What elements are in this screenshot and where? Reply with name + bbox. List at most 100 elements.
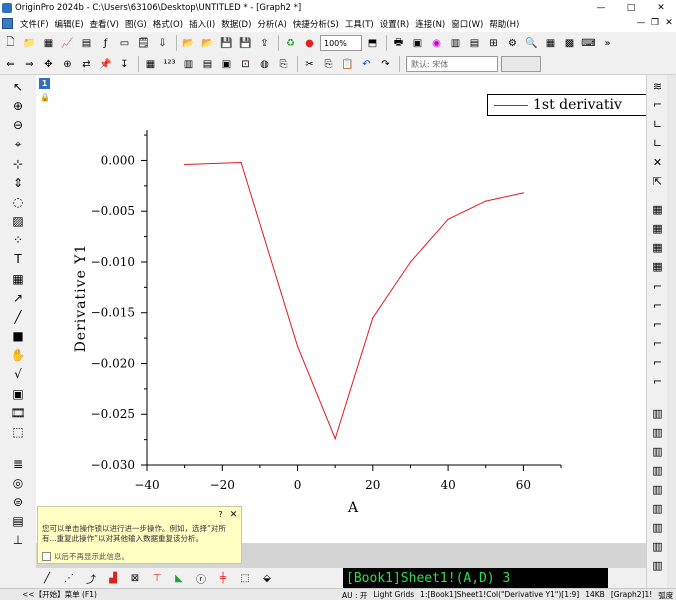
layout-2-icon[interactable]: ▦: [649, 220, 666, 236]
undo-icon[interactable]: ↶: [358, 56, 375, 73]
legend[interactable]: 1st derivativ: [487, 94, 646, 116]
more-tools-icon[interactable]: »: [599, 35, 616, 52]
line-symbol-plot-icon[interactable]: ⤴: [80, 570, 102, 587]
paste-icon[interactable]: 📋: [339, 56, 356, 73]
merge-graph-icon[interactable]: ▣: [218, 56, 235, 73]
data-series[interactable]: [184, 161, 524, 441]
new-folder-icon[interactable]: 📁: [21, 35, 38, 52]
stack-8-icon[interactable]: ▥: [649, 538, 666, 554]
axis-red2-icon[interactable]: ∟: [649, 135, 666, 151]
zoom-select[interactable]: 100%: [320, 35, 362, 51]
add-table-icon[interactable]: ▦: [142, 56, 159, 73]
menu-view[interactable]: 查看(V): [87, 18, 122, 30]
export-icon[interactable]: ⇪: [256, 35, 273, 52]
active-dataset-display[interactable]: [Book1]Sheet1!(A,D) 3: [343, 568, 608, 588]
open-template-icon[interactable]: 📂: [199, 35, 216, 52]
menu-analysis[interactable]: 分析(A): [254, 18, 289, 30]
status-au[interactable]: AU : 开: [342, 590, 367, 600]
layout-3-icon[interactable]: ▦: [649, 239, 666, 255]
equation-tool-icon[interactable]: √: [8, 365, 28, 383]
anchor-icon[interactable]: ⊥: [8, 531, 28, 549]
stack-6-icon[interactable]: ▥: [649, 500, 666, 516]
code-builder-icon[interactable]: ▩: [561, 35, 578, 52]
menu-settings[interactable]: 设置(R): [377, 18, 413, 30]
rectangle-tool-icon[interactable]: ■: [8, 327, 28, 345]
mdi-restore-button[interactable]: ❐: [648, 16, 662, 30]
move-icon[interactable]: ✥: [40, 56, 57, 73]
mdi-minimize-button[interactable]: —: [634, 16, 648, 30]
menu-connectivity[interactable]: 连接(N): [412, 18, 448, 30]
swap-axes-icon[interactable]: ⇄: [78, 56, 95, 73]
rescale-to-show-all-icon[interactable]: ↧: [116, 56, 133, 73]
checkbox-box[interactable]: [42, 552, 51, 561]
find-icon[interactable]: 🔍: [523, 35, 540, 52]
lock-icon[interactable]: 🔒: [40, 93, 50, 102]
text-tool-icon[interactable]: T: [8, 250, 28, 268]
font-select[interactable]: 默认: 宋体: [406, 56, 498, 72]
y-axis-label[interactable]: Derivative Y1: [73, 244, 89, 353]
menu-data[interactable]: 数据(D): [218, 18, 254, 30]
command-window-icon[interactable]: ⌨: [580, 35, 597, 52]
plot-area[interactable]: −40 −20 0 20 40 60 0.000 −0.005 −0.010 −0.015 −0.0…: [36, 75, 646, 545]
dont-show-again-checkbox[interactable]: 以后不再显示此信息。: [42, 551, 129, 562]
menu-help[interactable]: 帮助(H): [486, 18, 522, 30]
cut-icon[interactable]: ✂: [301, 56, 318, 73]
pin-icon[interactable]: 📌: [97, 56, 114, 73]
box-chart-icon[interactable]: ⊤: [146, 570, 168, 587]
x-axis-label[interactable]: A: [347, 500, 359, 516]
status-start-menu[interactable]: <<【开始】菜单 (F1): [22, 589, 97, 600]
stack-7-icon[interactable]: ▥: [649, 519, 666, 535]
frame-6-icon[interactable]: ⌐: [649, 373, 666, 389]
import-wizard-icon[interactable]: ⇩: [154, 35, 171, 52]
stack-3-icon[interactable]: ▥: [649, 443, 666, 459]
new-notes-icon[interactable]: 🗒: [135, 35, 152, 52]
cross-icon[interactable]: ✕: [649, 154, 666, 170]
close-button[interactable]: ✕: [646, 0, 676, 15]
apps-icon[interactable]: ⚙: [504, 35, 521, 52]
tip-close-button[interactable]: ✕: [228, 509, 239, 520]
rescale-icon[interactable]: ⬒: [364, 35, 381, 52]
arrow-right-icon[interactable]: ⇒: [21, 56, 38, 73]
polar-plot-icon[interactable]: ⓡ: [190, 570, 212, 587]
3d-plot-icon[interactable]: ⬙: [256, 570, 278, 587]
color-icon[interactable]: ◉: [428, 35, 445, 52]
graph-image-icon[interactable]: ⊡: [237, 56, 254, 73]
insert-graph-icon[interactable]: ▣: [8, 385, 28, 403]
arrow-left-icon[interactable]: ⇐: [2, 56, 19, 73]
menu-quick-analysis[interactable]: 快捷分析(S): [290, 18, 342, 30]
new-layout-icon[interactable]: ▭: [116, 35, 133, 52]
frame-5-icon[interactable]: ⌐: [649, 354, 666, 370]
frame-2-icon[interactable]: ⌐: [649, 297, 666, 313]
movie-tool-icon[interactable]: 🎞: [8, 404, 28, 422]
align-icon[interactable]: ⊜: [8, 493, 28, 511]
font-size-select[interactable]: [501, 56, 541, 72]
color-bar-icon[interactable]: ≣: [8, 455, 28, 473]
menu-window[interactable]: 窗口(W): [448, 18, 486, 30]
copy-icon[interactable]: ⎘: [320, 56, 337, 73]
project-explorer-icon[interactable]: ▤: [466, 35, 483, 52]
layout-1-icon[interactable]: ▦: [649, 201, 666, 217]
pointer-tool-icon[interactable]: ↖: [8, 78, 28, 96]
axis-red-icon[interactable]: ∟: [649, 116, 666, 132]
menu-edit[interactable]: 编辑(E): [52, 18, 87, 30]
new-matrix-icon[interactable]: ▤: [78, 35, 95, 52]
frame-3-icon[interactable]: ⌐: [649, 316, 666, 332]
export-graph-icon[interactable]: ⎘: [275, 56, 292, 73]
new-graph-icon[interactable]: 📈: [59, 35, 76, 52]
slide-show-icon[interactable]: ▣: [409, 35, 426, 52]
screen-reader-icon[interactable]: ⌖: [8, 135, 28, 153]
line-tool-icon[interactable]: ╱: [8, 308, 28, 326]
menu-insert[interactable]: 插入(I): [186, 18, 218, 30]
draw-data-icon[interactable]: ⁘: [8, 231, 28, 249]
region-selector-icon[interactable]: ◌: [8, 193, 28, 211]
new-function-icon[interactable]: ƒ: [97, 35, 114, 52]
3d-tool-icon[interactable]: ⬚: [8, 423, 28, 441]
area-plot-icon[interactable]: ◣: [168, 570, 190, 587]
layout-4-icon[interactable]: ▦: [649, 258, 666, 274]
frame-4-icon[interactable]: ⌐: [649, 335, 666, 351]
menu-format[interactable]: 格式(O): [150, 18, 186, 30]
print-icon[interactable]: 🖶: [390, 35, 407, 52]
status-grid-theme[interactable]: Light Grids: [373, 590, 414, 600]
data-highlight-icon[interactable]: ▤: [199, 56, 216, 73]
zoom-out-tool-icon[interactable]: ⊖: [8, 116, 28, 134]
